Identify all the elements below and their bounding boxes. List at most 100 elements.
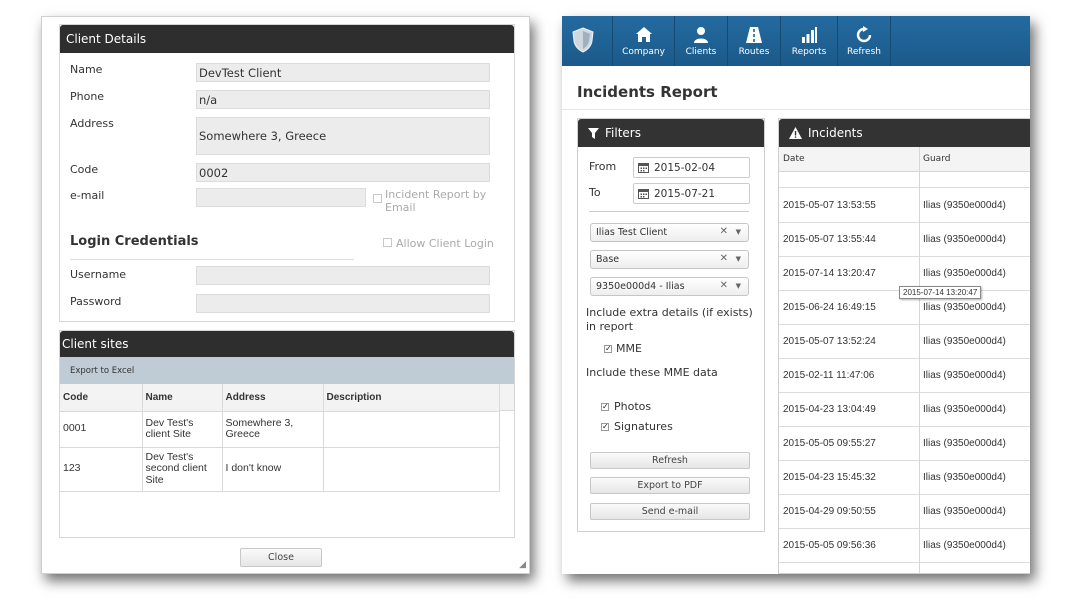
incident-date: 2015-05-05 09:55:27 — [783, 438, 876, 449]
incident-date: 2015-05-07 13:52:24 — [783, 336, 876, 347]
table-row[interactable]: 2015-05-07 13:52:24 Ilias (9350e000d4) — [779, 325, 1030, 359]
incident-date: 2015-04-23 15:45:32 — [783, 472, 876, 483]
name-field[interactable]: DevTest Client — [196, 63, 490, 82]
table-row[interactable]: 0001 Dev Test's client Site Somewhere 3,… — [60, 411, 500, 448]
incidents-title: Incidents — [808, 126, 863, 140]
chevron-down-icon: ▼ — [735, 255, 741, 263]
table-row[interactable]: 2015-05-05 09:56:36 Ilias (9350e000d4) — [779, 529, 1030, 563]
table-row[interactable]: 2015-04-23 15:45:32 Ilias (9350e000d4) — [779, 461, 1030, 495]
column-header-guard[interactable]: Guard — [923, 154, 950, 164]
incident-guard: Ilias (9350e000d4) — [923, 404, 1006, 415]
table-row[interactable]: 2015-04-29 09:50:55 Ilias (9350e000d4) — [779, 495, 1030, 529]
incident-guard: Ilias (9350e000d4) — [923, 540, 1006, 551]
client-details-panel: Client Details Name DevTest Client Phone… — [59, 24, 515, 322]
calendar-icon — [638, 189, 649, 199]
incident-guard: Ilias (9350e000d4) — [923, 438, 1006, 449]
incident-report-email-checkbox[interactable] — [373, 194, 382, 203]
site-address: Somewhere 3, Greece — [222, 411, 324, 448]
nav-company[interactable]: Company — [612, 16, 674, 66]
column-header-description[interactable]: Description — [323, 384, 500, 412]
filters-title: Filters — [605, 126, 641, 140]
mme-checkbox[interactable]: ✓ — [604, 345, 612, 353]
refresh-button[interactable]: Refresh — [590, 452, 750, 469]
username-field[interactable] — [196, 266, 490, 285]
home-icon — [635, 26, 652, 42]
column-header-date[interactable]: Date — [783, 154, 805, 164]
site-select[interactable]: Base ✕ ▼ — [590, 250, 749, 269]
site-code: 0001 — [60, 411, 143, 448]
photos-checkbox[interactable]: ✓ — [601, 403, 609, 411]
filters-panel: Filters From 2015-02-04 To 2015-07-21 Il… — [577, 118, 765, 532]
phone-field[interactable]: n/a — [196, 90, 490, 109]
to-date-value: 2015-07-21 — [654, 187, 716, 200]
site-description — [323, 447, 500, 492]
table-row[interactable]: 2015-04-23 13:04:49 Ilias (9350e000d4) — [779, 393, 1030, 427]
nav-refresh[interactable]: Refresh — [837, 16, 891, 66]
send-email-button[interactable]: Send e-mail — [590, 503, 750, 520]
incident-date: 2015-04-29 09:50:55 — [783, 506, 876, 517]
incident-guard: Ilias (9350e000d4) — [923, 370, 1006, 381]
filters-header: Filters — [578, 119, 764, 147]
login-credentials-title: Login Credentials — [70, 234, 199, 249]
allow-client-login-label: Allow Client Login — [396, 237, 494, 250]
password-label: Password — [70, 295, 122, 308]
client-sites-title: Client sites — [62, 337, 129, 351]
nav-routes[interactable]: Routes — [727, 16, 780, 66]
table-row[interactable]: 2015-05-07 13:55:44 Ilias (9350e000d4) — [779, 223, 1030, 257]
export-pdf-button[interactable]: Export to PDF — [590, 477, 750, 494]
client-sites-toolbar: Export to Excel — [60, 357, 514, 384]
incident-date: 2015-05-07 13:55:44 — [783, 234, 876, 245]
from-label: From — [589, 160, 617, 173]
incident-date: 2015-04-23 13:04:49 — [783, 404, 876, 415]
table-row[interactable]: 2015-05-05 09:55:27 Ilias (9350e000d4) — [779, 427, 1030, 461]
code-label: Code — [70, 163, 99, 176]
address-field[interactable]: Somewhere 3, Greece — [196, 117, 490, 155]
allow-client-login-checkbox[interactable] — [383, 238, 392, 247]
nav-clients[interactable]: Clients — [674, 16, 727, 66]
client-select[interactable]: Ilias Test Client ✕ ▼ — [590, 223, 749, 242]
column-header-code[interactable]: Code — [60, 384, 143, 412]
clear-icon[interactable]: ✕ — [720, 253, 728, 264]
incident-guard: Ilias (9350e000d4) — [923, 506, 1006, 517]
export-excel-button[interactable]: Export to Excel — [70, 366, 134, 376]
incident-guard: Ilias (9350e000d4) — [923, 234, 1006, 245]
to-date-input[interactable]: 2015-07-21 — [633, 183, 750, 204]
column-header-address[interactable]: Address — [222, 384, 324, 412]
incident-guard: Ilias (9350e000d4) — [923, 268, 1006, 279]
extra-details-label: Include extra details (if exists) in rep… — [586, 306, 753, 333]
guard-select[interactable]: 9350e000d4 - Ilias ✕ ▼ — [590, 277, 749, 296]
site-name: Dev Test's second client Site — [142, 447, 223, 492]
clear-icon[interactable]: ✕ — [720, 280, 728, 291]
incident-date: 2015-05-05 09:56:36 — [783, 540, 876, 551]
from-date-input[interactable]: 2015-02-04 — [633, 157, 750, 178]
phone-label: Phone — [70, 90, 105, 103]
resize-grip-icon[interactable]: ◢ — [519, 560, 526, 570]
nav-reports[interactable]: Reports — [780, 16, 837, 66]
incident-date: 2015-07-14 13:20:47 — [783, 268, 876, 279]
column-header-name[interactable]: Name — [142, 384, 223, 412]
email-label: e-mail — [70, 189, 105, 202]
site-name: Dev Test's client Site — [142, 411, 223, 448]
email-field[interactable] — [196, 188, 366, 207]
table-row[interactable]: 2015-05-07 13:53:55 Ilias (9350e000d4) — [779, 189, 1030, 223]
client-edit-dialog: Client Details Name DevTest Client Phone… — [41, 16, 530, 574]
password-field[interactable] — [196, 294, 490, 313]
chevron-down-icon: ▼ — [735, 228, 741, 236]
refresh-icon — [856, 25, 872, 42]
shield-logo-icon[interactable] — [572, 27, 594, 53]
table-row-partial — [779, 172, 1030, 188]
incident-guard: Ilias (9350e000d4) — [923, 336, 1006, 347]
road-icon — [746, 26, 762, 43]
clear-icon[interactable]: ✕ — [720, 226, 728, 237]
user-icon — [694, 26, 708, 43]
incident-date: 2015-06-24 16:49:15 — [783, 302, 876, 313]
photos-label: Photos — [614, 400, 652, 413]
signatures-checkbox[interactable]: ✓ — [601, 423, 609, 431]
table-row[interactable]: 2015-02-11 11:47:06 Ilias (9350e000d4) — [779, 359, 1030, 393]
code-field[interactable]: 0002 — [196, 163, 490, 182]
site-address: I don't know — [222, 447, 324, 492]
close-button[interactable]: Close — [240, 548, 322, 567]
from-date-value: 2015-02-04 — [654, 161, 716, 174]
incidents-panel: Incidents Date Guard 2015-05-07 13:53:55… — [778, 118, 1030, 574]
table-row[interactable]: 123 Dev Test's second client Site I don'… — [60, 447, 500, 492]
